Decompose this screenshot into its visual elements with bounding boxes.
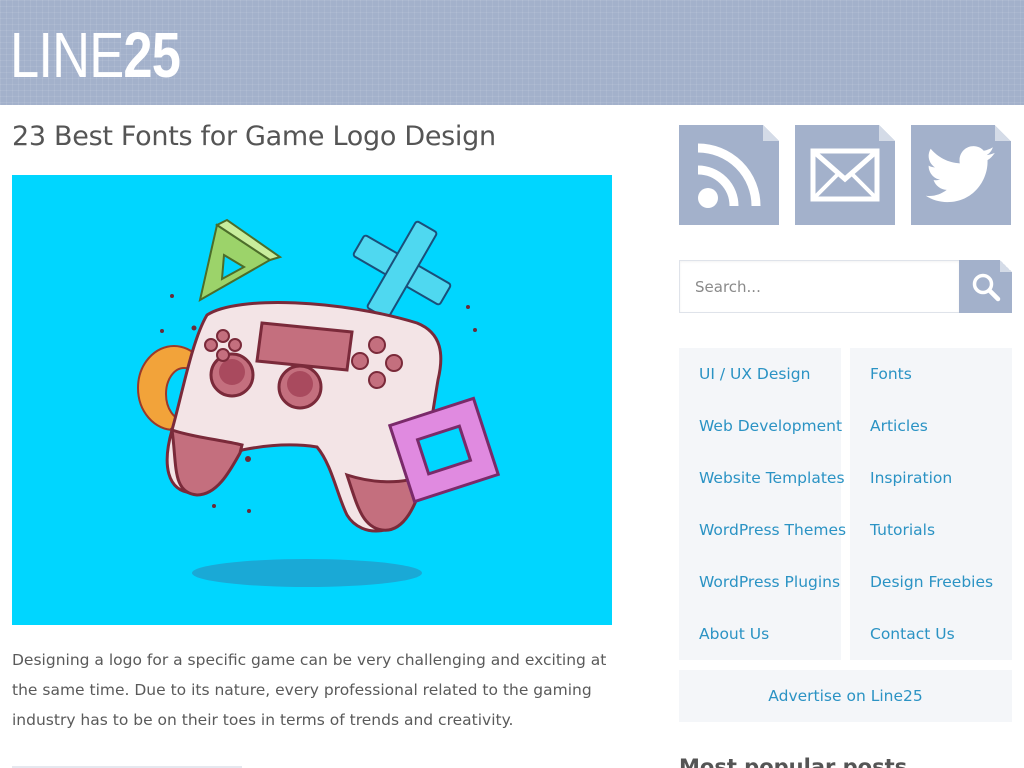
about-us-link[interactable]: About Us — [699, 625, 769, 643]
category-list-left: UI / UX Design Web Development Website T… — [679, 348, 846, 660]
advertise-panel: Advertise on Line25 — [679, 670, 1012, 722]
twitter-button[interactable] — [911, 125, 1011, 225]
post-excerpt: Designing a logo for a specific game can… — [12, 651, 607, 729]
category-design-freebies[interactable]: Design Freebies — [870, 573, 993, 591]
email-button[interactable] — [795, 125, 895, 225]
category-ui-ux-design[interactable]: UI / UX Design — [699, 365, 810, 383]
advertise-link[interactable]: Advertise on Line25 — [768, 687, 922, 705]
category-wordpress-plugins[interactable]: WordPress Plugins — [699, 573, 840, 591]
search-input[interactable] — [680, 261, 959, 312]
rss-button[interactable] — [679, 125, 779, 225]
site-logo[interactable]: LINE25 — [10, 19, 181, 91]
category-list-right: Fonts Articles Inspiration Tutorials Des… — [850, 348, 1012, 660]
controller-body — [165, 301, 443, 533]
category-website-templates[interactable]: Website Templates — [699, 469, 845, 487]
search-icon — [972, 273, 1000, 301]
search-button[interactable] — [959, 260, 1012, 313]
category-wordpress-themes[interactable]: WordPress Themes — [699, 521, 846, 539]
site-header: LINE25 — [0, 0, 1024, 105]
blue-x — [352, 220, 452, 320]
category-articles[interactable]: Articles — [870, 417, 928, 435]
twitter-icon — [926, 146, 995, 203]
popular-posts-heading: Most popular posts — [679, 755, 908, 768]
category-tutorials[interactable]: Tutorials — [870, 521, 935, 539]
rss-icon — [697, 143, 761, 208]
green-triangle — [198, 218, 283, 302]
logo-text-thin: LINE — [10, 19, 124, 91]
post-hero-image[interactable] — [12, 175, 612, 625]
logo-text-bold: 25 — [123, 19, 181, 91]
category-web-development[interactable]: Web Development — [699, 417, 842, 435]
gamepad-illustration — [137, 218, 501, 587]
search-box — [679, 260, 959, 313]
contact-us-link[interactable]: Contact Us — [870, 625, 955, 643]
category-fonts[interactable]: Fonts — [870, 365, 912, 383]
category-inspiration[interactable]: Inspiration — [870, 469, 952, 487]
post-title[interactable]: 23 Best Fonts for Game Logo Design — [12, 121, 496, 152]
mail-icon — [810, 148, 880, 202]
